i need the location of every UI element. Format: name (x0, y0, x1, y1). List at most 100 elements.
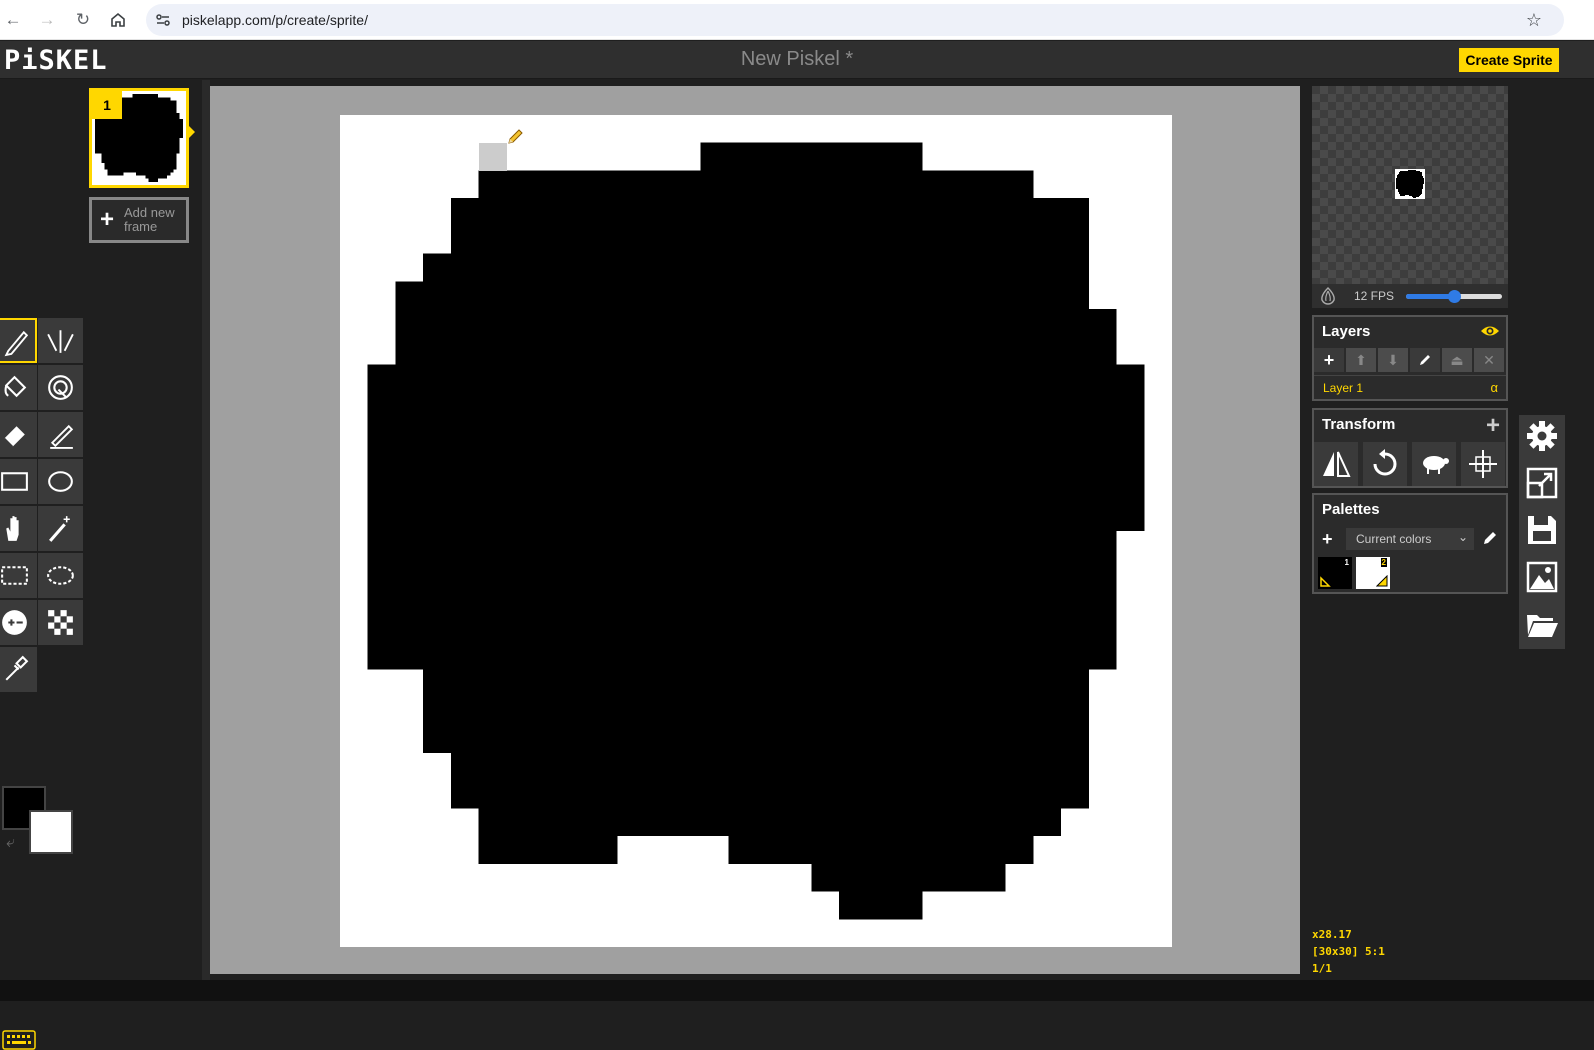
sprite-pixel-run (367, 364, 1145, 393)
sprite-pixel-run (1396, 185, 1423, 186)
rectangle-icon (1, 472, 28, 491)
rectangle-tool[interactable] (0, 459, 37, 504)
move-layer-down-button[interactable]: ⬇ (1378, 348, 1408, 372)
sprite-pixel-run (1398, 189, 1422, 190)
fps-slider-fill (1406, 294, 1454, 299)
keyboard-shortcuts-icon[interactable] (2, 1030, 36, 1050)
url-text: piskelapp.com/p/create/sprite/ (182, 12, 368, 28)
sprite-pixel-run (1399, 192, 1422, 193)
dithering-tool[interactable] (38, 600, 83, 645)
sprite-pixel-run (423, 697, 1089, 726)
home-icon[interactable] (106, 8, 130, 32)
export-image-icon[interactable] (1525, 560, 1559, 594)
fps-slider-thumb[interactable] (1448, 290, 1461, 303)
add-new-frame-button[interactable]: + Add new frame (89, 197, 189, 243)
fps-label: 12 FPS (1354, 289, 1395, 303)
cursor-pixel-highlight (479, 143, 507, 171)
edit-palette-icon[interactable] (1482, 530, 1498, 546)
expand-transform-icon[interactable]: + (1486, 412, 1500, 440)
sprite-pixel-run (1400, 171, 1420, 172)
add-palette-icon[interactable]: + (1322, 529, 1333, 550)
animation-preview[interactable] (1312, 86, 1508, 284)
lasso-selection-tool[interactable] (38, 553, 83, 598)
app-header: PiSKEL New Piskel * Create Sprite (0, 41, 1594, 79)
sprite-pixel-run (1397, 175, 1422, 176)
forward-arrow-icon[interactable]: → (35, 8, 59, 32)
palette-color-swatch[interactable]: 2 (1356, 557, 1390, 589)
palette-select-value: Current colors (1356, 532, 1432, 546)
magic-wand-icon (49, 516, 70, 542)
dithering-icon (48, 610, 73, 635)
layer-opacity-label[interactable]: α (1490, 380, 1498, 395)
clone-button[interactable] (1412, 442, 1456, 486)
palette-color-swatch[interactable]: 1 (1318, 557, 1352, 589)
eye-icon[interactable] (1480, 323, 1500, 339)
sprite-pixel-run (95, 150, 180, 154)
lighten-tool[interactable] (0, 600, 37, 645)
chevron-down-icon: ⌄ (1457, 530, 1468, 544)
secondary-color-swatch[interactable] (29, 810, 73, 854)
move-tool[interactable] (0, 506, 37, 551)
palette-select[interactable]: Current colors ⌄ (1346, 528, 1474, 550)
flip-button[interactable] (1314, 442, 1358, 486)
sprite-pixel-run (395, 309, 1117, 337)
resize-icon[interactable] (1525, 466, 1559, 500)
canvas-area[interactable] (210, 86, 1300, 974)
sprite-pixel-run (450, 752, 1089, 781)
rotate-button[interactable] (1363, 442, 1407, 486)
center-button[interactable] (1461, 442, 1505, 486)
sprite-pixel-run (107, 172, 124, 176)
flip-icon (1323, 451, 1351, 477)
vertical-mirror-pen-tool[interactable] (38, 318, 83, 363)
layer-item[interactable]: Layer 1 α (1314, 375, 1506, 399)
sprite-pixel-run (700, 142, 923, 171)
edit-layer-button[interactable] (1410, 348, 1440, 372)
status-readout: x28.17 [30x30] 5:1 1/1 (1312, 926, 1385, 977)
paint-bucket-icon (4, 375, 27, 398)
fps-slider[interactable] (1406, 290, 1502, 303)
sprite-pixel-run (423, 669, 1089, 698)
reload-icon[interactable]: ↻ (71, 8, 95, 32)
swatch-number: 2 (1380, 558, 1387, 567)
frame-thumbnail[interactable]: 1 (89, 88, 189, 188)
layers-panel: Layers + ⬆ ⬇ ⏏ ✕ Layer 1 α (1312, 315, 1508, 401)
stroke-tool[interactable] (38, 412, 83, 457)
open-folder-icon[interactable] (1525, 607, 1559, 641)
add-layer-button[interactable]: + (1314, 348, 1344, 372)
back-arrow-icon[interactable]: ← (1, 8, 25, 32)
plus-icon: + (100, 206, 115, 233)
paint-bucket-tool[interactable] (0, 365, 37, 410)
shape-selection-tool[interactable] (38, 506, 83, 551)
sprite-pixel-run (148, 178, 158, 182)
sprite-pixel-run (101, 156, 177, 160)
settings-icon[interactable] (1525, 419, 1559, 453)
pen-icon (4, 330, 29, 357)
rectangle-selection-tool[interactable] (0, 553, 37, 598)
sprite-pixel-run (95, 144, 180, 148)
palettes-panel: Palettes + Current colors ⌄ 1 2 (1312, 493, 1508, 594)
color-swap-icon (48, 375, 73, 400)
save-icon[interactable] (1525, 513, 1559, 547)
swap-colors-icon[interactable]: ⤶ (6, 834, 15, 852)
browser-toolbar: ← → ↻ piskelapp.com/p/create/sprite/ ☆ (0, 0, 1594, 40)
sprite-pixel-run (1408, 170, 1416, 171)
side-action-bar (1519, 415, 1565, 649)
eraser-tool[interactable] (0, 412, 37, 457)
bookmark-star-icon[interactable]: ☆ (1526, 10, 1542, 31)
delete-layer-button[interactable]: ✕ (1474, 348, 1504, 372)
sprite-pixel-run (1398, 174, 1422, 175)
frames-column: 1 + Add new frame (84, 80, 202, 980)
paint-all-same-color-tool[interactable] (38, 365, 83, 410)
drawing-canvas[interactable] (340, 115, 1172, 947)
circle-tool[interactable] (38, 459, 83, 504)
move-layer-up-button[interactable]: ⬆ (1346, 348, 1376, 372)
pen-tool[interactable] (0, 318, 37, 363)
preview-sprite (1395, 169, 1425, 199)
onion-skin-icon[interactable] (1318, 287, 1338, 305)
address-bar[interactable]: piskelapp.com/p/create/sprite/ ☆ (146, 4, 1564, 36)
site-info-icon[interactable] (154, 11, 172, 29)
create-sprite-button[interactable]: Create Sprite (1459, 48, 1559, 72)
merge-layer-button[interactable]: ⏏ (1442, 348, 1472, 372)
sprite-pixel-run (423, 725, 1089, 753)
color-picker-tool[interactable] (0, 647, 37, 692)
